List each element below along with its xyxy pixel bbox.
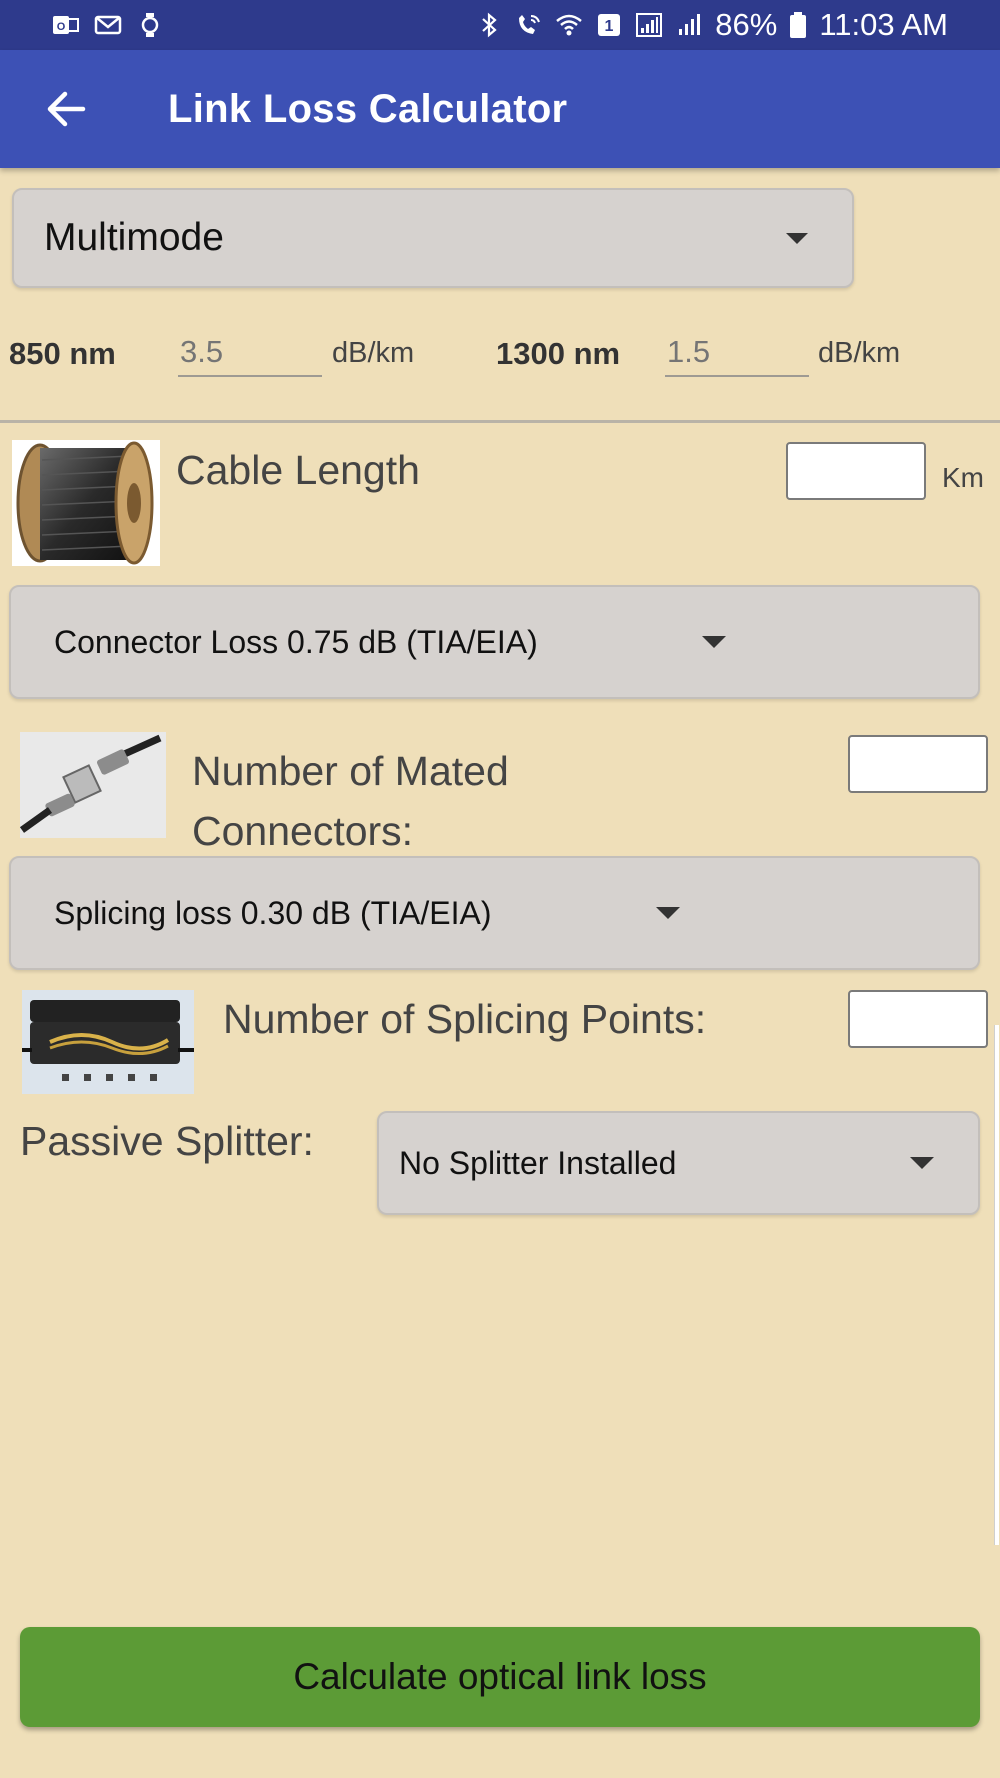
wifi-calling-icon	[515, 12, 543, 38]
divider	[0, 420, 1000, 423]
fiber-mode-dropdown[interactable]: Multimode	[12, 188, 854, 288]
watch-icon	[136, 12, 164, 38]
arrow-left-icon	[47, 91, 86, 127]
attenuation-850-unit: dB/km	[332, 337, 415, 369]
sim1-icon: 1	[595, 12, 623, 38]
signal-2-icon	[675, 12, 703, 38]
svg-text:1: 1	[605, 18, 614, 35]
wavelength-850-label: 850 nm	[9, 336, 116, 371]
wifi-icon	[555, 12, 583, 38]
app-bar: Link Loss Calculator	[0, 50, 1000, 168]
passive-splitter-dropdown[interactable]: No Splitter Installed	[377, 1111, 980, 1215]
battery-percent: 86%	[715, 7, 778, 42]
chevron-down-icon	[786, 232, 808, 244]
status-bar: O 1 86% 11:03 AM	[0, 0, 1000, 50]
attenuation-1300-unit: dB/km	[818, 337, 901, 369]
cable-reel-image	[12, 440, 160, 566]
back-button[interactable]	[0, 50, 136, 168]
passive-splitter-label: Passive Splitter:	[20, 1118, 314, 1164]
signal-icon	[635, 12, 663, 38]
chevron-down-icon	[910, 1157, 934, 1169]
wavelength-1300-label: 1300 nm	[496, 336, 621, 371]
mail-icon	[94, 12, 122, 38]
status-left-icons: O	[52, 12, 164, 38]
scrollbar[interactable]	[994, 1025, 999, 1545]
connector-loss-dropdown[interactable]: Connector Loss 0.75 dB (TIA/EIA)	[9, 585, 980, 699]
attenuation-1300-input[interactable]	[665, 329, 809, 377]
battery-icon	[789, 12, 807, 38]
cable-length-label: Cable Length	[176, 447, 420, 493]
cable-length-input[interactable]	[786, 442, 926, 500]
clock: 11:03 AM	[819, 7, 948, 42]
cable-length-unit: Km	[942, 462, 984, 493]
svg-text:O: O	[57, 21, 66, 33]
chevron-down-icon	[702, 636, 726, 648]
splicing-points-label: Number of Splicing Points:	[223, 996, 707, 1042]
bluetooth-icon	[475, 12, 503, 38]
passive-splitter-value: No Splitter Installed	[399, 1144, 677, 1181]
splicing-loss-dropdown[interactable]: Splicing loss 0.30 dB (TIA/EIA)	[9, 856, 980, 970]
connector-image	[19, 732, 166, 838]
mated-connectors-label: Number of Mated Connectors:	[192, 748, 509, 854]
splicing-points-input[interactable]	[848, 990, 988, 1048]
chevron-down-icon	[656, 907, 680, 919]
splicing-loss-value: Splicing loss 0.30 dB (TIA/EIA)	[54, 894, 492, 931]
fiber-mode-value: Multimode	[44, 216, 224, 259]
mated-connectors-input[interactable]	[848, 735, 988, 793]
attenuation-850-input[interactable]	[178, 329, 322, 377]
status-right-icons: 1 86% 11:03 AM	[475, 7, 948, 43]
connector-loss-value: Connector Loss 0.75 dB (TIA/EIA)	[54, 623, 538, 660]
outlook-icon: O	[52, 12, 80, 38]
page-title: Link Loss Calculator	[168, 86, 568, 131]
splice-closure-image	[22, 990, 194, 1094]
calculate-button[interactable]: Calculate optical link loss	[20, 1627, 980, 1727]
